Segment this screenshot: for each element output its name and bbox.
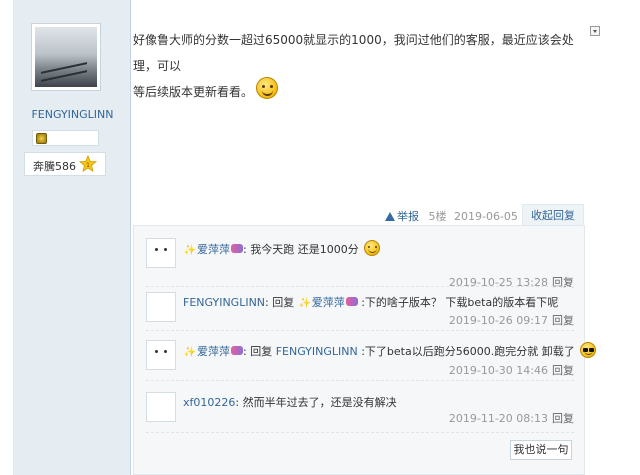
smile-emoji-icon: [256, 76, 279, 99]
comment-divider: [146, 432, 574, 433]
rank-title: 奔騰586: [33, 160, 76, 173]
comment-time: 2019-10-30 14:46: [448, 364, 548, 377]
post-content: 好像鲁大师的分数一超过65000就显示的1000，我问过他们的客服，最近应该会处…: [133, 27, 588, 105]
comment-text: :下了beta以后跑分56000.跑完分就 卸载了: [357, 345, 575, 358]
add-comment-button[interactable]: 我也说一句: [510, 440, 572, 460]
comment-time: 2019-10-25 13:28: [448, 276, 548, 289]
rank-level: 1: [86, 162, 90, 169]
comment-line: ✨爱萍萍 : 回复 FENGYINGLINN :下了beta以后跑分56000.跑…: [183, 342, 597, 359]
comment-reply-link[interactable]: 回复: [552, 364, 574, 377]
flower-icon: [231, 244, 243, 253]
flower-icon: [345, 297, 358, 306]
comment-avatar[interactable]: [146, 392, 176, 422]
comment-time: 2019-11-20 08:13: [448, 412, 548, 425]
post-line-2: 等后续版本更新看看。: [133, 85, 254, 99]
smile-emoji-icon: [364, 240, 381, 256]
post-line-2-wrap: 等后续版本更新看看。: [133, 76, 588, 105]
reply-word: : 回复: [243, 345, 273, 358]
comment-meta: 2019-10-30 14:46 回复: [449, 362, 574, 378]
rank-star-icon: 1: [79, 155, 97, 172]
comment-user[interactable]: FENGYINGLINN: [183, 296, 265, 309]
comment-avatar[interactable]: [146, 340, 176, 370]
sparkle-icon: ✨: [183, 347, 197, 358]
author-sidebar: FENGYINGLINN 奔騰586 1: [14, 0, 131, 475]
rank-box: 奔騰586 1: [24, 152, 106, 176]
comment-text: : 然而半年过去了，还是没有解决: [235, 396, 397, 409]
author-avatar[interactable]: [31, 23, 101, 91]
comment-user[interactable]: 爱萍萍: [197, 243, 230, 256]
left-margin-strip: [0, 0, 14, 475]
comment-avatar[interactable]: [146, 238, 176, 268]
comment-user[interactable]: 爱萍萍: [197, 345, 230, 358]
comment-meta: 2019-10-25 13:28 回复: [449, 274, 574, 290]
report-warning-icon: [385, 212, 395, 221]
report-link[interactable]: 举报: [397, 210, 419, 223]
comment-reply-link[interactable]: 回复: [552, 314, 574, 327]
reply-word: : 回复: [265, 296, 295, 309]
comment-line: FENGYINGLINN: 回复 ✨爱萍萍 :下的啥子版本？ 下载beta的版本…: [183, 294, 558, 310]
medal-icon[interactable]: [36, 133, 47, 144]
sparkle-icon: ✨: [298, 298, 311, 309]
collapse-replies-button[interactable]: 收起回复: [522, 204, 584, 226]
sparkle-icon: ✨: [183, 245, 197, 256]
comment-time: 2019-10-26 09:17: [448, 314, 548, 327]
comment-meta: 2019-11-20 08:13 回复: [449, 410, 574, 426]
comment-reply-link[interactable]: 回复: [552, 412, 574, 425]
comment-user[interactable]: xf010226: [183, 396, 235, 409]
comment-reply-link[interactable]: 回复: [552, 276, 574, 289]
author-username[interactable]: FENGYINGLINN: [14, 108, 131, 121]
comment-divider: [146, 286, 574, 287]
comment-list: ✨爱萍萍: 我今天跑 还是1000分 2019-10-25 13:28 回复 FE…: [133, 225, 597, 475]
comment-divider: [146, 330, 574, 331]
comment-line: ✨爱萍萍 : 我今天跑 还是1000分: [183, 240, 381, 257]
comment-meta: 2019-10-26 09:17 回复: [449, 312, 574, 328]
reply-target-user[interactable]: 爱萍萍: [312, 296, 345, 309]
post-line-1: 好像鲁大师的分数一超过65000就显示的1000，我问过他们的客服，最近应该会处…: [133, 33, 574, 73]
floor-number: 5楼: [428, 210, 447, 223]
post-menu-dropdown-icon[interactable]: [590, 26, 600, 36]
comment-text: :下的啥子版本？ 下载beta的版本看下呢: [357, 296, 559, 309]
reply-target-user[interactable]: FENGYINGLINN: [276, 345, 358, 358]
comment-text: : 我今天跑 还是1000分: [243, 243, 359, 256]
comment-avatar[interactable]: [146, 292, 176, 322]
flower-icon: [231, 346, 243, 355]
medal-bar: [32, 130, 99, 146]
comment-line: xf010226: 然而半年过去了，还是没有解决: [183, 394, 397, 410]
comment-divider: [146, 380, 574, 381]
cool-emoji-icon: [580, 342, 597, 358]
